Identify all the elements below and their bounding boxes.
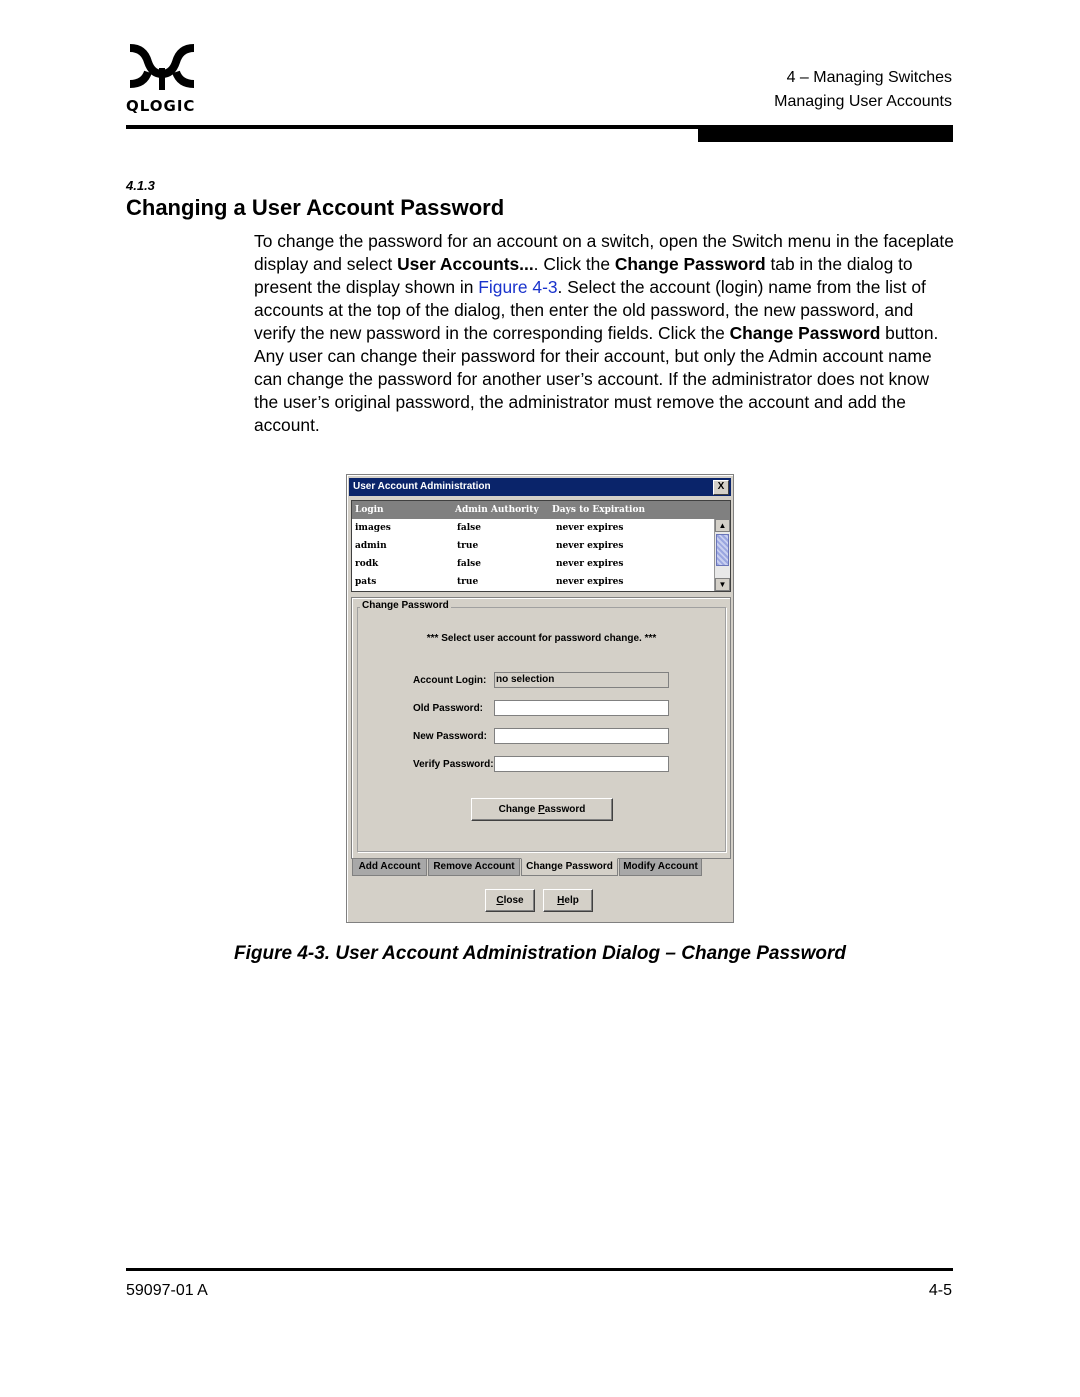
column-header-days-to-expiration[interactable]: Days to Expiration bbox=[552, 501, 645, 519]
cell-admin: false bbox=[457, 523, 481, 533]
page-number: 4-5 bbox=[928, 1282, 952, 1299]
menu-item-ref: User Accounts... bbox=[397, 254, 534, 274]
figure-caption: Figure 4-3. User Account Administration … bbox=[234, 943, 846, 964]
new-password-label: New Password: bbox=[413, 731, 487, 742]
footer-rule bbox=[126, 1268, 953, 1271]
label: lose bbox=[503, 895, 524, 906]
accounts-table: Login Admin Authority Days to Expiration… bbox=[351, 500, 731, 592]
mnemonic: C bbox=[496, 895, 504, 906]
cell-admin: false bbox=[457, 559, 481, 569]
cell-login: images bbox=[355, 523, 391, 533]
label: assword bbox=[544, 804, 586, 815]
label: elp bbox=[564, 895, 579, 906]
close-icon[interactable]: X bbox=[713, 480, 729, 495]
scroll-up-icon[interactable]: ▲ bbox=[715, 519, 730, 532]
table-row[interactable]: admin true never expires bbox=[352, 537, 714, 555]
section-number: 4.1.3 bbox=[126, 178, 155, 193]
account-login-label: Account Login: bbox=[413, 675, 487, 686]
qlogic-logo-icon bbox=[129, 44, 195, 90]
cell-expiration: never expires bbox=[556, 559, 624, 569]
old-password-field[interactable] bbox=[494, 700, 669, 716]
body-paragraph: To change the password for an account on… bbox=[254, 230, 954, 437]
tab-panel: Change Password *** Select user account … bbox=[351, 597, 731, 859]
text: . Click the bbox=[533, 254, 615, 274]
new-password-field[interactable] bbox=[494, 728, 669, 744]
tab-ref: Change Password bbox=[614, 254, 766, 274]
close-button[interactable]: Close bbox=[485, 889, 535, 912]
scroll-down-icon[interactable]: ▼ bbox=[715, 578, 730, 591]
tab-add-account[interactable]: Add Account bbox=[352, 858, 427, 876]
verify-password-label: Verify Password: bbox=[413, 759, 494, 770]
column-header-login[interactable]: Login bbox=[355, 501, 384, 519]
account-login-field: no selection bbox=[494, 672, 669, 688]
logo-text: QLOGIC bbox=[126, 97, 196, 115]
instruction-text: *** Select user account for password cha… bbox=[426, 633, 657, 644]
running-header: 4 – Managing Switches Managing User Acco… bbox=[774, 66, 952, 114]
qlogic-logo: QLOGIC bbox=[126, 44, 206, 116]
header-rule-block bbox=[698, 125, 953, 142]
table-row[interactable]: pats true never expires bbox=[352, 573, 714, 590]
verify-password-field[interactable] bbox=[494, 756, 669, 772]
tab-modify-account[interactable]: Modify Account bbox=[619, 858, 702, 876]
mnemonic: P bbox=[538, 804, 545, 815]
chapter-title: 4 – Managing Switches bbox=[786, 69, 952, 86]
dialog-title: User Account Administration bbox=[353, 481, 491, 492]
figure-link[interactable]: Figure 4-3 bbox=[478, 277, 557, 297]
help-button[interactable]: Help bbox=[543, 889, 593, 912]
cell-expiration: never expires bbox=[556, 577, 624, 587]
table-row[interactable]: images false never expires bbox=[352, 519, 714, 537]
user-account-dialog: User Account Administration X Login Admi… bbox=[346, 474, 734, 923]
document-number: 59097-01 A bbox=[126, 1282, 208, 1299]
section-title-header: Managing User Accounts bbox=[774, 93, 952, 110]
label: Change bbox=[498, 804, 539, 815]
cell-expiration: never expires bbox=[556, 523, 624, 533]
table-row[interactable]: rodk false never expires bbox=[352, 555, 714, 573]
change-password-group: Change Password *** Select user account … bbox=[357, 600, 726, 852]
table-header: Login Admin Authority Days to Expiration bbox=[352, 501, 730, 519]
old-password-label: Old Password: bbox=[413, 703, 484, 714]
dialog-titlebar: User Account Administration X bbox=[349, 478, 731, 496]
cell-login: rodk bbox=[355, 559, 379, 569]
cell-admin: true bbox=[457, 541, 479, 551]
cell-admin: true bbox=[457, 577, 479, 587]
cell-expiration: never expires bbox=[556, 541, 624, 551]
scroll-thumb[interactable] bbox=[716, 534, 729, 566]
section-heading: Changing a User Account Password bbox=[126, 195, 505, 220]
cell-login: admin bbox=[355, 541, 387, 551]
column-header-admin-authority[interactable]: Admin Authority bbox=[455, 501, 539, 519]
tab-change-password[interactable]: Change Password bbox=[521, 858, 618, 876]
vertical-scrollbar[interactable]: ▲ ▼ bbox=[714, 519, 730, 591]
group-title: Change Password bbox=[360, 600, 451, 611]
button-ref: Change Password bbox=[729, 323, 881, 343]
change-password-button[interactable]: Change Password bbox=[471, 798, 613, 821]
cell-login: pats bbox=[355, 577, 377, 587]
tab-remove-account[interactable]: Remove Account bbox=[428, 858, 520, 876]
